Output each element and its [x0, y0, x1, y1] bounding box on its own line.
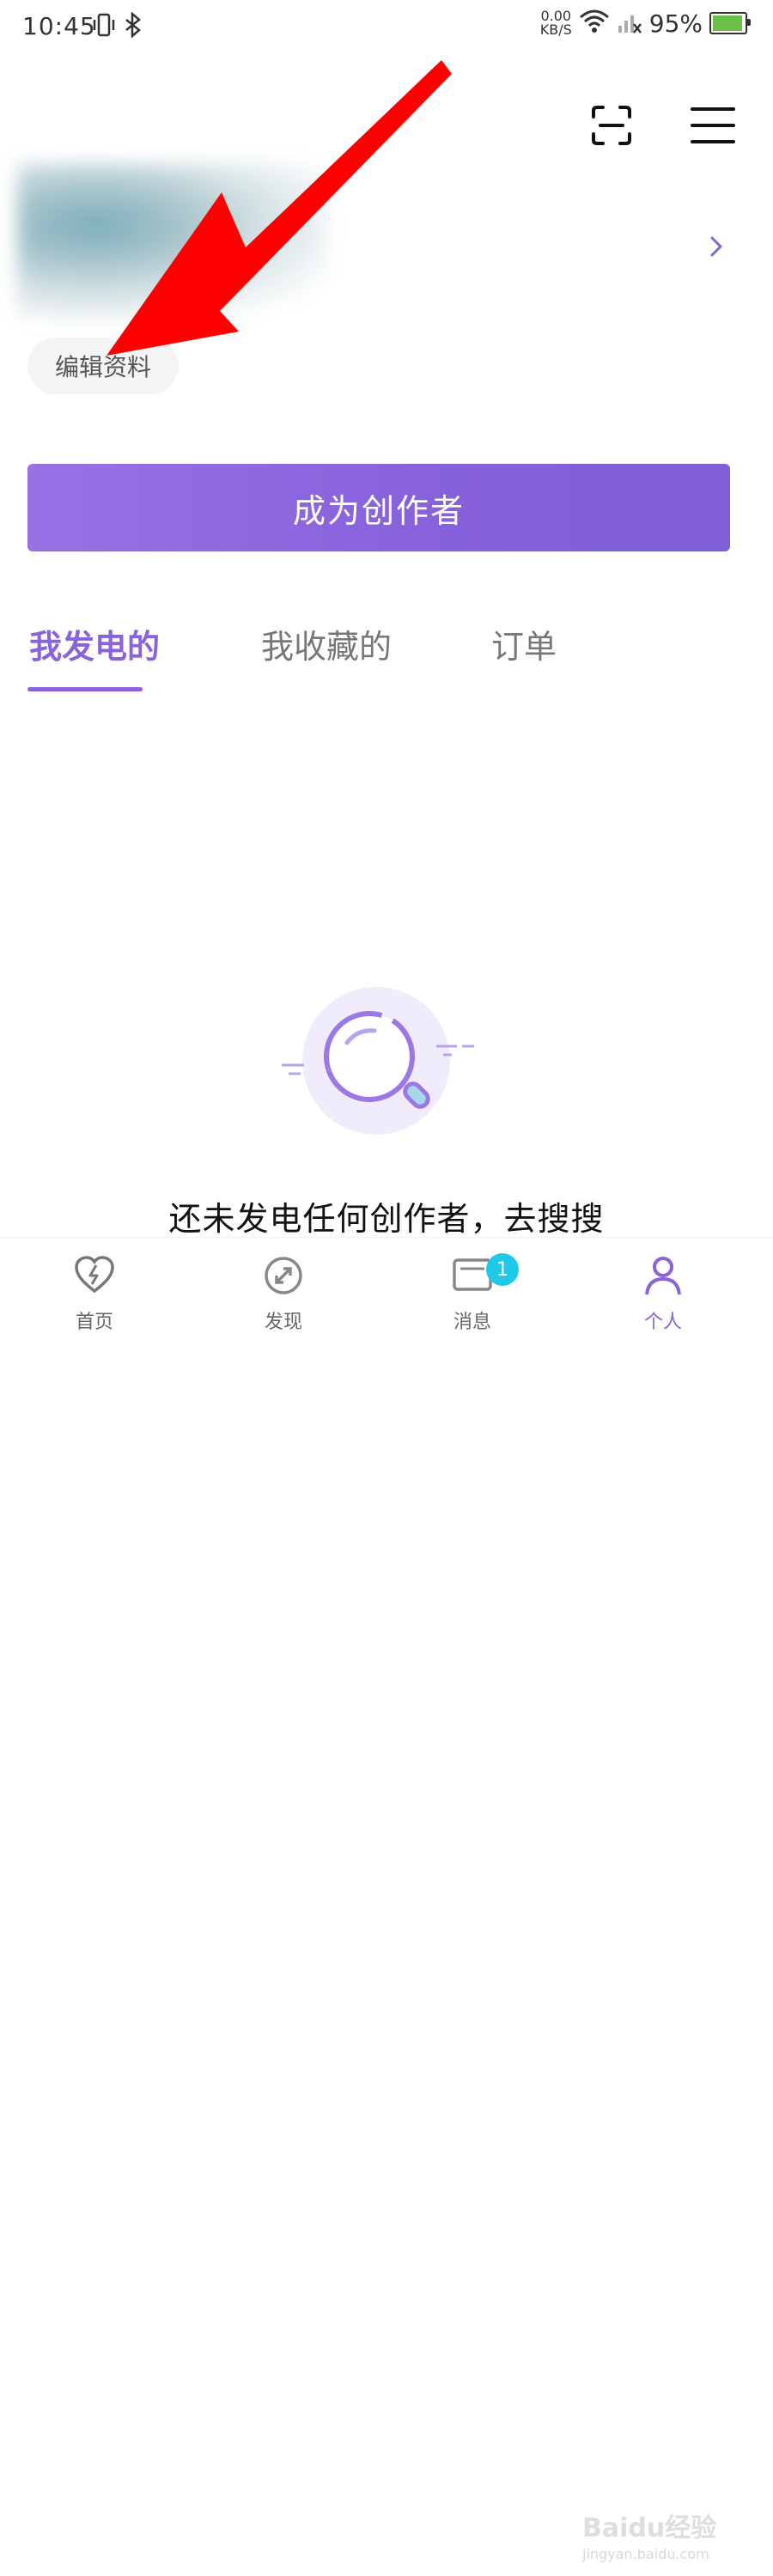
header-actions — [587, 101, 737, 149]
bluetooth-icon — [124, 11, 143, 41]
bottom-nav: 首页 发现 1 消息 个人 Baidu经验 jingyan.baidu.com — [0, 1237, 773, 2562]
wifi-icon — [579, 9, 610, 38]
tab-favorites[interactable]: 我收藏的 — [261, 620, 392, 667]
message-badge: 1 — [486, 1253, 519, 1286]
edit-profile-button[interactable]: 编辑资料 — [27, 338, 179, 394]
become-creator-button[interactable]: 成为创作者 — [27, 464, 730, 551]
profile-header[interactable] — [17, 163, 756, 318]
status-bar: 10:45 0.00 KB/S 95% — [0, 0, 773, 55]
tab-bar: 我发电的 我收藏的 订单 — [0, 620, 773, 697]
signal-off-icon — [617, 9, 642, 38]
battery-percent: 95% — [648, 9, 703, 38]
empty-state-text: 还未发电任何创作者，去搜搜 — [168, 1200, 605, 1238]
vibrate-icon — [93, 12, 115, 41]
battery-fill — [713, 15, 743, 31]
nav-messages[interactable]: 1 消息 — [404, 1238, 541, 1375]
status-time: 10:45 — [22, 12, 96, 40]
nav-home[interactable]: 首页 — [26, 1238, 163, 1375]
person-icon — [642, 1255, 684, 1301]
heart-bolt-icon — [74, 1255, 115, 1298]
tab-indicator — [27, 687, 143, 691]
tab-orders[interactable]: 订单 — [491, 620, 557, 667]
chevron-right-icon[interactable] — [708, 234, 725, 263]
scan-icon[interactable] — [587, 101, 636, 149]
tab-powered[interactable]: 我发电的 — [29, 620, 160, 667]
battery-icon — [709, 12, 751, 34]
discover-icon — [263, 1255, 304, 1300]
watermark: Baidu经验 jingyan.baidu.com — [582, 2513, 717, 2563]
magnifier-icon — [275, 979, 490, 1146]
menu-icon[interactable] — [689, 101, 737, 149]
avatar[interactable] — [17, 163, 326, 318]
nav-profile[interactable]: 个人 — [594, 1238, 732, 1375]
nav-discover[interactable]: 发现 — [215, 1238, 352, 1375]
net-speed: 0.00 KB/S — [539, 8, 572, 38]
